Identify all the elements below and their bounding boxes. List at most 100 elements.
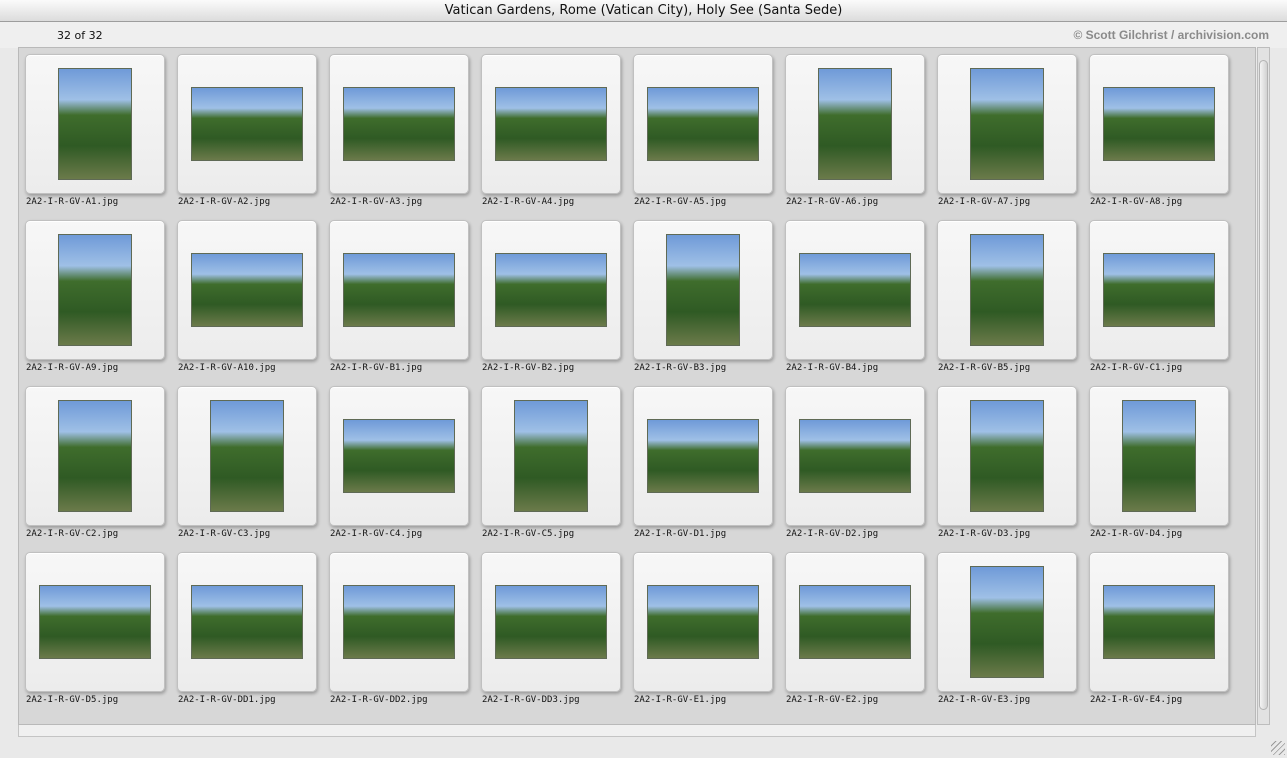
vertical-scrollbar[interactable] xyxy=(1257,47,1270,725)
slide-mount[interactable] xyxy=(329,220,469,360)
thumbnail-item[interactable]: 2A2-I-R-GV-DD2.jpg xyxy=(329,552,469,718)
slide-mount[interactable] xyxy=(937,552,1077,692)
thumbnail-item[interactable]: 2A2-I-R-GV-D3.jpg xyxy=(937,386,1077,552)
thumbnail-item[interactable]: 2A2-I-R-GV-A5.jpg xyxy=(633,54,773,220)
thumbnail-image[interactable] xyxy=(799,253,911,327)
thumbnail-item[interactable]: 2A2-I-R-GV-A8.jpg xyxy=(1089,54,1229,220)
thumbnail-image[interactable] xyxy=(495,253,607,327)
slide-mount[interactable] xyxy=(785,54,925,194)
thumbnail-image[interactable] xyxy=(495,585,607,659)
thumbnail-image[interactable] xyxy=(970,566,1044,678)
thumbnail-image[interactable] xyxy=(970,234,1044,346)
thumbnail-item[interactable]: 2A2-I-R-GV-A6.jpg xyxy=(785,54,925,220)
thumbnail-item[interactable]: 2A2-I-R-GV-D5.jpg xyxy=(25,552,165,718)
thumbnail-item[interactable]: 2A2-I-R-GV-A1.jpg xyxy=(25,54,165,220)
slide-mount[interactable] xyxy=(481,220,621,360)
thumbnail-image[interactable] xyxy=(647,87,759,161)
thumbnail-item[interactable]: 2A2-I-R-GV-C1.jpg xyxy=(1089,220,1229,386)
thumbnail-image[interactable] xyxy=(818,68,892,180)
slide-mount[interactable] xyxy=(785,386,925,526)
thumbnail-item[interactable]: 2A2-I-R-GV-B4.jpg xyxy=(785,220,925,386)
thumbnail-image[interactable] xyxy=(343,87,455,161)
slide-mount[interactable] xyxy=(1089,386,1229,526)
slide-mount[interactable] xyxy=(329,54,469,194)
thumbnail-item[interactable]: 2A2-I-R-GV-E1.jpg xyxy=(633,552,773,718)
slide-mount[interactable] xyxy=(785,552,925,692)
thumbnail-image[interactable] xyxy=(343,253,455,327)
slide-mount[interactable] xyxy=(633,220,773,360)
thumbnail-image[interactable] xyxy=(495,87,607,161)
thumbnail-image[interactable] xyxy=(647,585,759,659)
slide-mount[interactable] xyxy=(937,220,1077,360)
slide-mount[interactable] xyxy=(937,386,1077,526)
thumbnail-item[interactable]: 2A2-I-R-GV-E3.jpg xyxy=(937,552,1077,718)
thumbnail-item[interactable]: 2A2-I-R-GV-D4.jpg xyxy=(1089,386,1229,552)
slide-mount[interactable] xyxy=(329,552,469,692)
thumbnail-image[interactable] xyxy=(39,585,151,659)
horizontal-scroll-track[interactable] xyxy=(18,725,1256,737)
thumbnail-image[interactable] xyxy=(666,234,740,346)
thumbnail-image[interactable] xyxy=(1103,585,1215,659)
thumbnail-item[interactable]: 2A2-I-R-GV-D1.jpg xyxy=(633,386,773,552)
slide-mount[interactable] xyxy=(329,386,469,526)
slide-mount[interactable] xyxy=(177,220,317,360)
thumbnail-image[interactable] xyxy=(58,68,132,180)
thumbnail-image[interactable] xyxy=(210,400,284,512)
thumbnail-image[interactable] xyxy=(970,400,1044,512)
scrollbar-thumb[interactable] xyxy=(1259,60,1268,710)
slide-mount[interactable] xyxy=(177,386,317,526)
thumbnail-image[interactable] xyxy=(191,87,303,161)
slide-mount[interactable] xyxy=(25,386,165,526)
thumbnail-image[interactable] xyxy=(647,419,759,493)
slide-mount[interactable] xyxy=(1089,552,1229,692)
slide-mount[interactable] xyxy=(937,54,1077,194)
thumbnail-item[interactable]: 2A2-I-R-GV-A3.jpg xyxy=(329,54,469,220)
slide-mount[interactable] xyxy=(177,54,317,194)
thumbnail-item[interactable]: 2A2-I-R-GV-E2.jpg xyxy=(785,552,925,718)
thumbnail-item[interactable]: 2A2-I-R-GV-A10.jpg xyxy=(177,220,317,386)
slide-mount[interactable] xyxy=(481,552,621,692)
thumbnail-item[interactable]: 2A2-I-R-GV-C4.jpg xyxy=(329,386,469,552)
slide-mount[interactable] xyxy=(25,220,165,360)
thumbnail-item[interactable]: 2A2-I-R-GV-D2.jpg xyxy=(785,386,925,552)
thumbnail-item[interactable]: 2A2-I-R-GV-E4.jpg xyxy=(1089,552,1229,718)
slide-mount[interactable] xyxy=(1089,54,1229,194)
thumbnail-item[interactable]: 2A2-I-R-GV-B5.jpg xyxy=(937,220,1077,386)
thumbnail-item[interactable]: 2A2-I-R-GV-A7.jpg xyxy=(937,54,1077,220)
thumbnail-item[interactable]: 2A2-I-R-GV-A9.jpg xyxy=(25,220,165,386)
resize-grip-icon[interactable] xyxy=(1271,741,1285,755)
slide-mount[interactable] xyxy=(25,552,165,692)
thumbnail-item[interactable]: 2A2-I-R-GV-C3.jpg xyxy=(177,386,317,552)
thumbnail-image[interactable] xyxy=(191,585,303,659)
thumbnail-image[interactable] xyxy=(1122,400,1196,512)
thumbnail-image[interactable] xyxy=(1103,253,1215,327)
thumbnail-image[interactable] xyxy=(343,585,455,659)
thumbnail-item[interactable]: 2A2-I-R-GV-DD1.jpg xyxy=(177,552,317,718)
thumbnail-item[interactable]: 2A2-I-R-GV-A4.jpg xyxy=(481,54,621,220)
thumbnail-image[interactable] xyxy=(1103,87,1215,161)
thumbnail-image[interactable] xyxy=(799,419,911,493)
slide-mount[interactable] xyxy=(785,220,925,360)
slide-mount[interactable] xyxy=(481,54,621,194)
slide-mount[interactable] xyxy=(25,54,165,194)
slide-mount[interactable] xyxy=(481,386,621,526)
thumbnail-image[interactable] xyxy=(343,419,455,493)
thumbnail-item[interactable]: 2A2-I-R-GV-B1.jpg xyxy=(329,220,469,386)
thumbnail-item[interactable]: 2A2-I-R-GV-B2.jpg xyxy=(481,220,621,386)
slide-mount[interactable] xyxy=(177,552,317,692)
thumbnail-item[interactable]: 2A2-I-R-GV-A2.jpg xyxy=(177,54,317,220)
thumbnail-item[interactable]: 2A2-I-R-GV-C5.jpg xyxy=(481,386,621,552)
thumbnail-item[interactable]: 2A2-I-R-GV-B3.jpg xyxy=(633,220,773,386)
thumbnail-image[interactable] xyxy=(191,253,303,327)
thumbnail-image[interactable] xyxy=(970,68,1044,180)
slide-mount[interactable] xyxy=(633,552,773,692)
thumbnail-image[interactable] xyxy=(58,400,132,512)
slide-mount[interactable] xyxy=(1089,220,1229,360)
slide-mount[interactable] xyxy=(633,386,773,526)
slide-mount[interactable] xyxy=(633,54,773,194)
thumbnail-image[interactable] xyxy=(58,234,132,346)
thumbnail-item[interactable]: 2A2-I-R-GV-DD3.jpg xyxy=(481,552,621,718)
thumbnail-item[interactable]: 2A2-I-R-GV-C2.jpg xyxy=(25,386,165,552)
thumbnail-image[interactable] xyxy=(514,400,588,512)
thumbnail-image[interactable] xyxy=(799,585,911,659)
